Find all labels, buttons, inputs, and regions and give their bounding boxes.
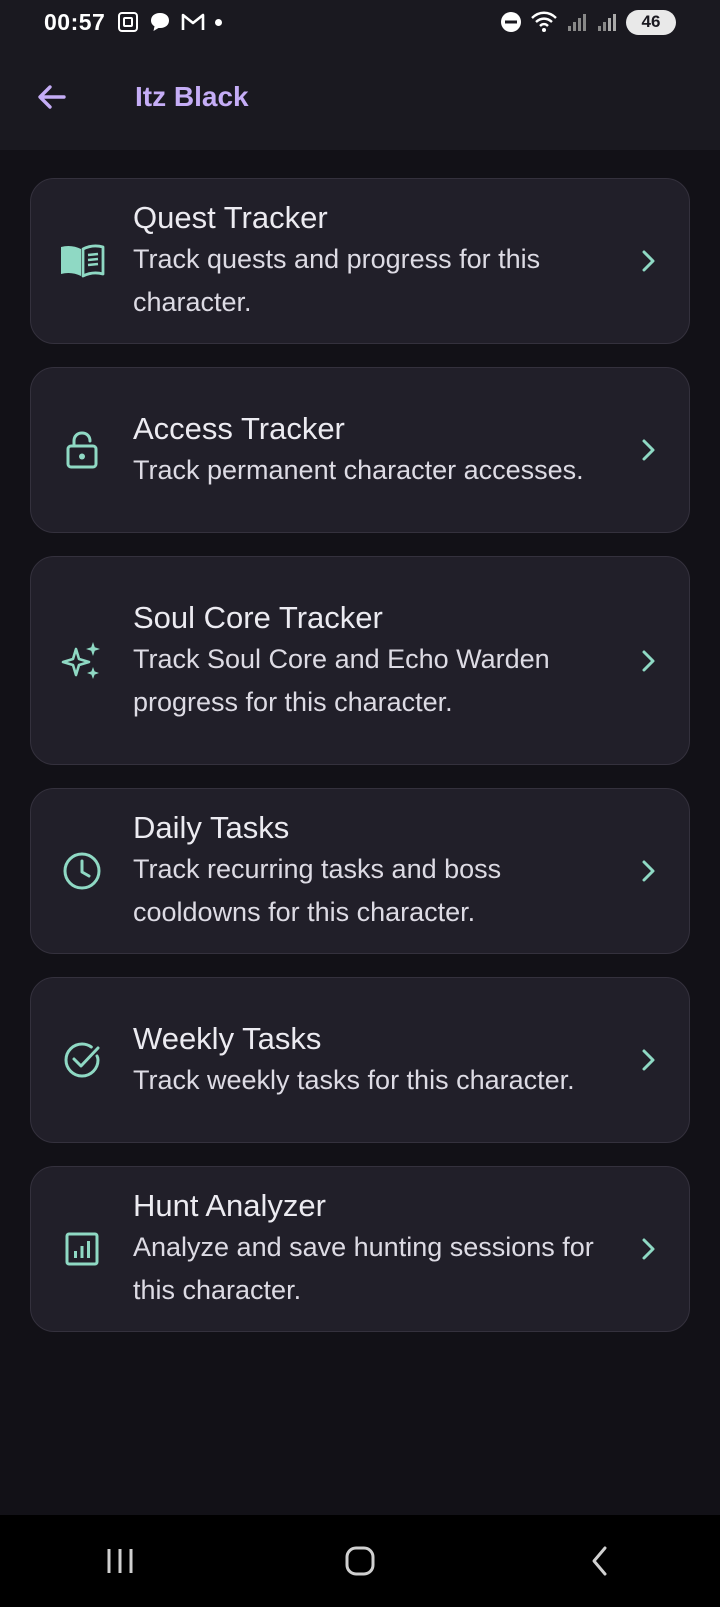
card-description: Track permanent character accesses. [133, 454, 584, 485]
tracker-list: Quest Tracker Track quests and progress … [30, 178, 690, 1332]
recent-apps-button[interactable] [80, 1531, 160, 1591]
chevron-right-icon [642, 650, 655, 671]
home-button[interactable] [320, 1531, 400, 1591]
recent-apps-icon [107, 1549, 133, 1573]
signal-icon [568, 14, 586, 31]
chevron-right-icon [642, 860, 655, 882]
status-left: 00:57 [44, 8, 223, 36]
chevron-right-icon [642, 439, 655, 461]
screenshot-icon [118, 12, 139, 32]
chat-icon [151, 13, 170, 31]
page-title: Itz Black [135, 81, 249, 112]
status-time: 00:57 [44, 8, 106, 35]
chart-icon [65, 1232, 99, 1266]
dot-icon [215, 18, 223, 26]
back-button[interactable] [22, 67, 82, 127]
check-circle-icon [64, 1042, 100, 1078]
app-bar: Itz Black [0, 44, 720, 150]
book-icon [61, 244, 105, 278]
status-right: 46 [500, 9, 676, 35]
sparkle-icon [61, 641, 100, 679]
card-title: Quest Tracker [133, 200, 328, 235]
wifi-icon [531, 11, 557, 32]
gmail-icon [182, 13, 205, 30]
signal-icon-2 [598, 14, 616, 31]
lock-icon [66, 431, 98, 469]
dnd-icon [501, 12, 521, 32]
card-access-tracker[interactable]: Access Tracker Track permanent character… [30, 367, 690, 533]
card-quest-tracker[interactable]: Quest Tracker Track quests and progress … [30, 178, 690, 344]
back-icon [592, 1546, 607, 1576]
chevron-right-icon [642, 250, 655, 272]
card-description: Analyze and save hunting sessions for th… [133, 1232, 594, 1305]
notification-icons [117, 11, 223, 33]
arrow-left-icon [38, 85, 66, 109]
card-description: Track Soul Core and Echo Warden progress… [133, 643, 550, 717]
card-description: Track recurring tasks and boss cooldowns… [133, 854, 502, 927]
card-weekly-tasks[interactable]: Weekly Tasks Track weekly tasks for this… [30, 977, 690, 1143]
chevron-right-icon [642, 1238, 655, 1260]
card-daily-tasks[interactable]: Daily Tasks Track recurring tasks and bo… [30, 788, 690, 954]
chevron-right-icon [642, 1049, 655, 1071]
card-title: Access Tracker [133, 410, 345, 446]
status-bar: 00:57 46 [0, 0, 720, 44]
battery-icon: 46 [626, 9, 676, 35]
clock-icon [63, 852, 101, 890]
card-description: Track quests and progress for this chara… [133, 244, 541, 317]
screen: 00:57 46 Itz Black Quest Tracker Track q… [0, 0, 720, 1607]
home-icon [345, 1546, 375, 1576]
battery-level: 46 [641, 12, 661, 31]
card-title: Weekly Tasks [133, 1020, 322, 1056]
card-title: Hunt Analyzer [133, 1188, 326, 1223]
nav-back-button[interactable] [560, 1531, 640, 1591]
card-title: Soul Core Tracker [133, 599, 383, 635]
card-soul-core-tracker[interactable]: Soul Core Tracker Track Soul Core and Ec… [30, 556, 690, 765]
card-hunt-analyzer[interactable]: Hunt Analyzer Analyze and save hunting s… [30, 1166, 690, 1332]
system-nav-bar [0, 1515, 720, 1607]
card-description: Track weekly tasks for this character. [133, 1064, 575, 1095]
card-title: Daily Tasks [133, 810, 290, 845]
